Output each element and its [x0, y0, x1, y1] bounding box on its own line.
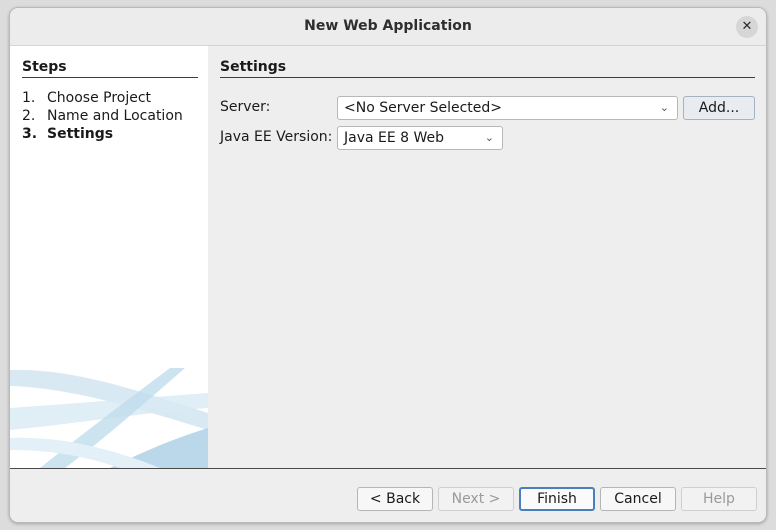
- steps-panel: Steps 1. Choose Project 2. Name and Locati…: [10, 46, 208, 468]
- settings-panel: Settings Server: <No Server Selected> ⌄ …: [208, 46, 766, 468]
- chevron-down-icon: ⌄: [659, 101, 669, 114]
- server-select-value: <No Server Selected>: [344, 100, 502, 116]
- dialog-title: New Web Application: [304, 18, 472, 34]
- steps-header: Steps: [22, 59, 198, 78]
- step-label: Settings: [47, 126, 114, 142]
- chevron-down-icon: ⌄: [484, 131, 494, 144]
- close-icon[interactable]: ✕: [736, 16, 758, 38]
- cancel-button[interactable]: Cancel: [600, 487, 676, 511]
- next-button[interactable]: Next >: [438, 487, 514, 511]
- step-number: 3.: [22, 126, 38, 142]
- step-label: Name and Location: [47, 108, 183, 124]
- finish-button[interactable]: Finish: [519, 487, 595, 511]
- step-label: Choose Project: [47, 90, 152, 106]
- javaee-version-select[interactable]: Java EE 8 Web ⌄: [337, 126, 503, 150]
- help-button[interactable]: Help: [681, 487, 757, 511]
- dialog-window: New Web Application ✕ Steps 1. Choose Pro…: [9, 7, 767, 523]
- server-select[interactable]: <No Server Selected> ⌄: [337, 96, 678, 120]
- add-server-button[interactable]: Add...: [683, 96, 755, 120]
- step-item: 1. Choose Project: [22, 89, 183, 107]
- javaee-version-value: Java EE 8 Web: [344, 130, 445, 146]
- step-number: 1.: [22, 90, 36, 106]
- settings-header: Settings: [220, 59, 755, 78]
- decorative-swoosh-image: [10, 368, 208, 468]
- javaee-version-label: Java EE Version:: [220, 129, 333, 145]
- steps-list: 1. Choose Project 2. Name and Location 3. S…: [22, 89, 183, 143]
- button-bar: < Back Next > Finish Cancel Help: [10, 469, 766, 522]
- back-button[interactable]: < Back: [357, 487, 433, 511]
- step-item: 2. Name and Location: [22, 107, 183, 125]
- step-number: 2.: [22, 108, 36, 124]
- step-item-current: 3. Settings: [22, 125, 183, 143]
- server-label: Server:: [220, 99, 271, 115]
- title-bar: New Web Application ✕: [10, 8, 766, 46]
